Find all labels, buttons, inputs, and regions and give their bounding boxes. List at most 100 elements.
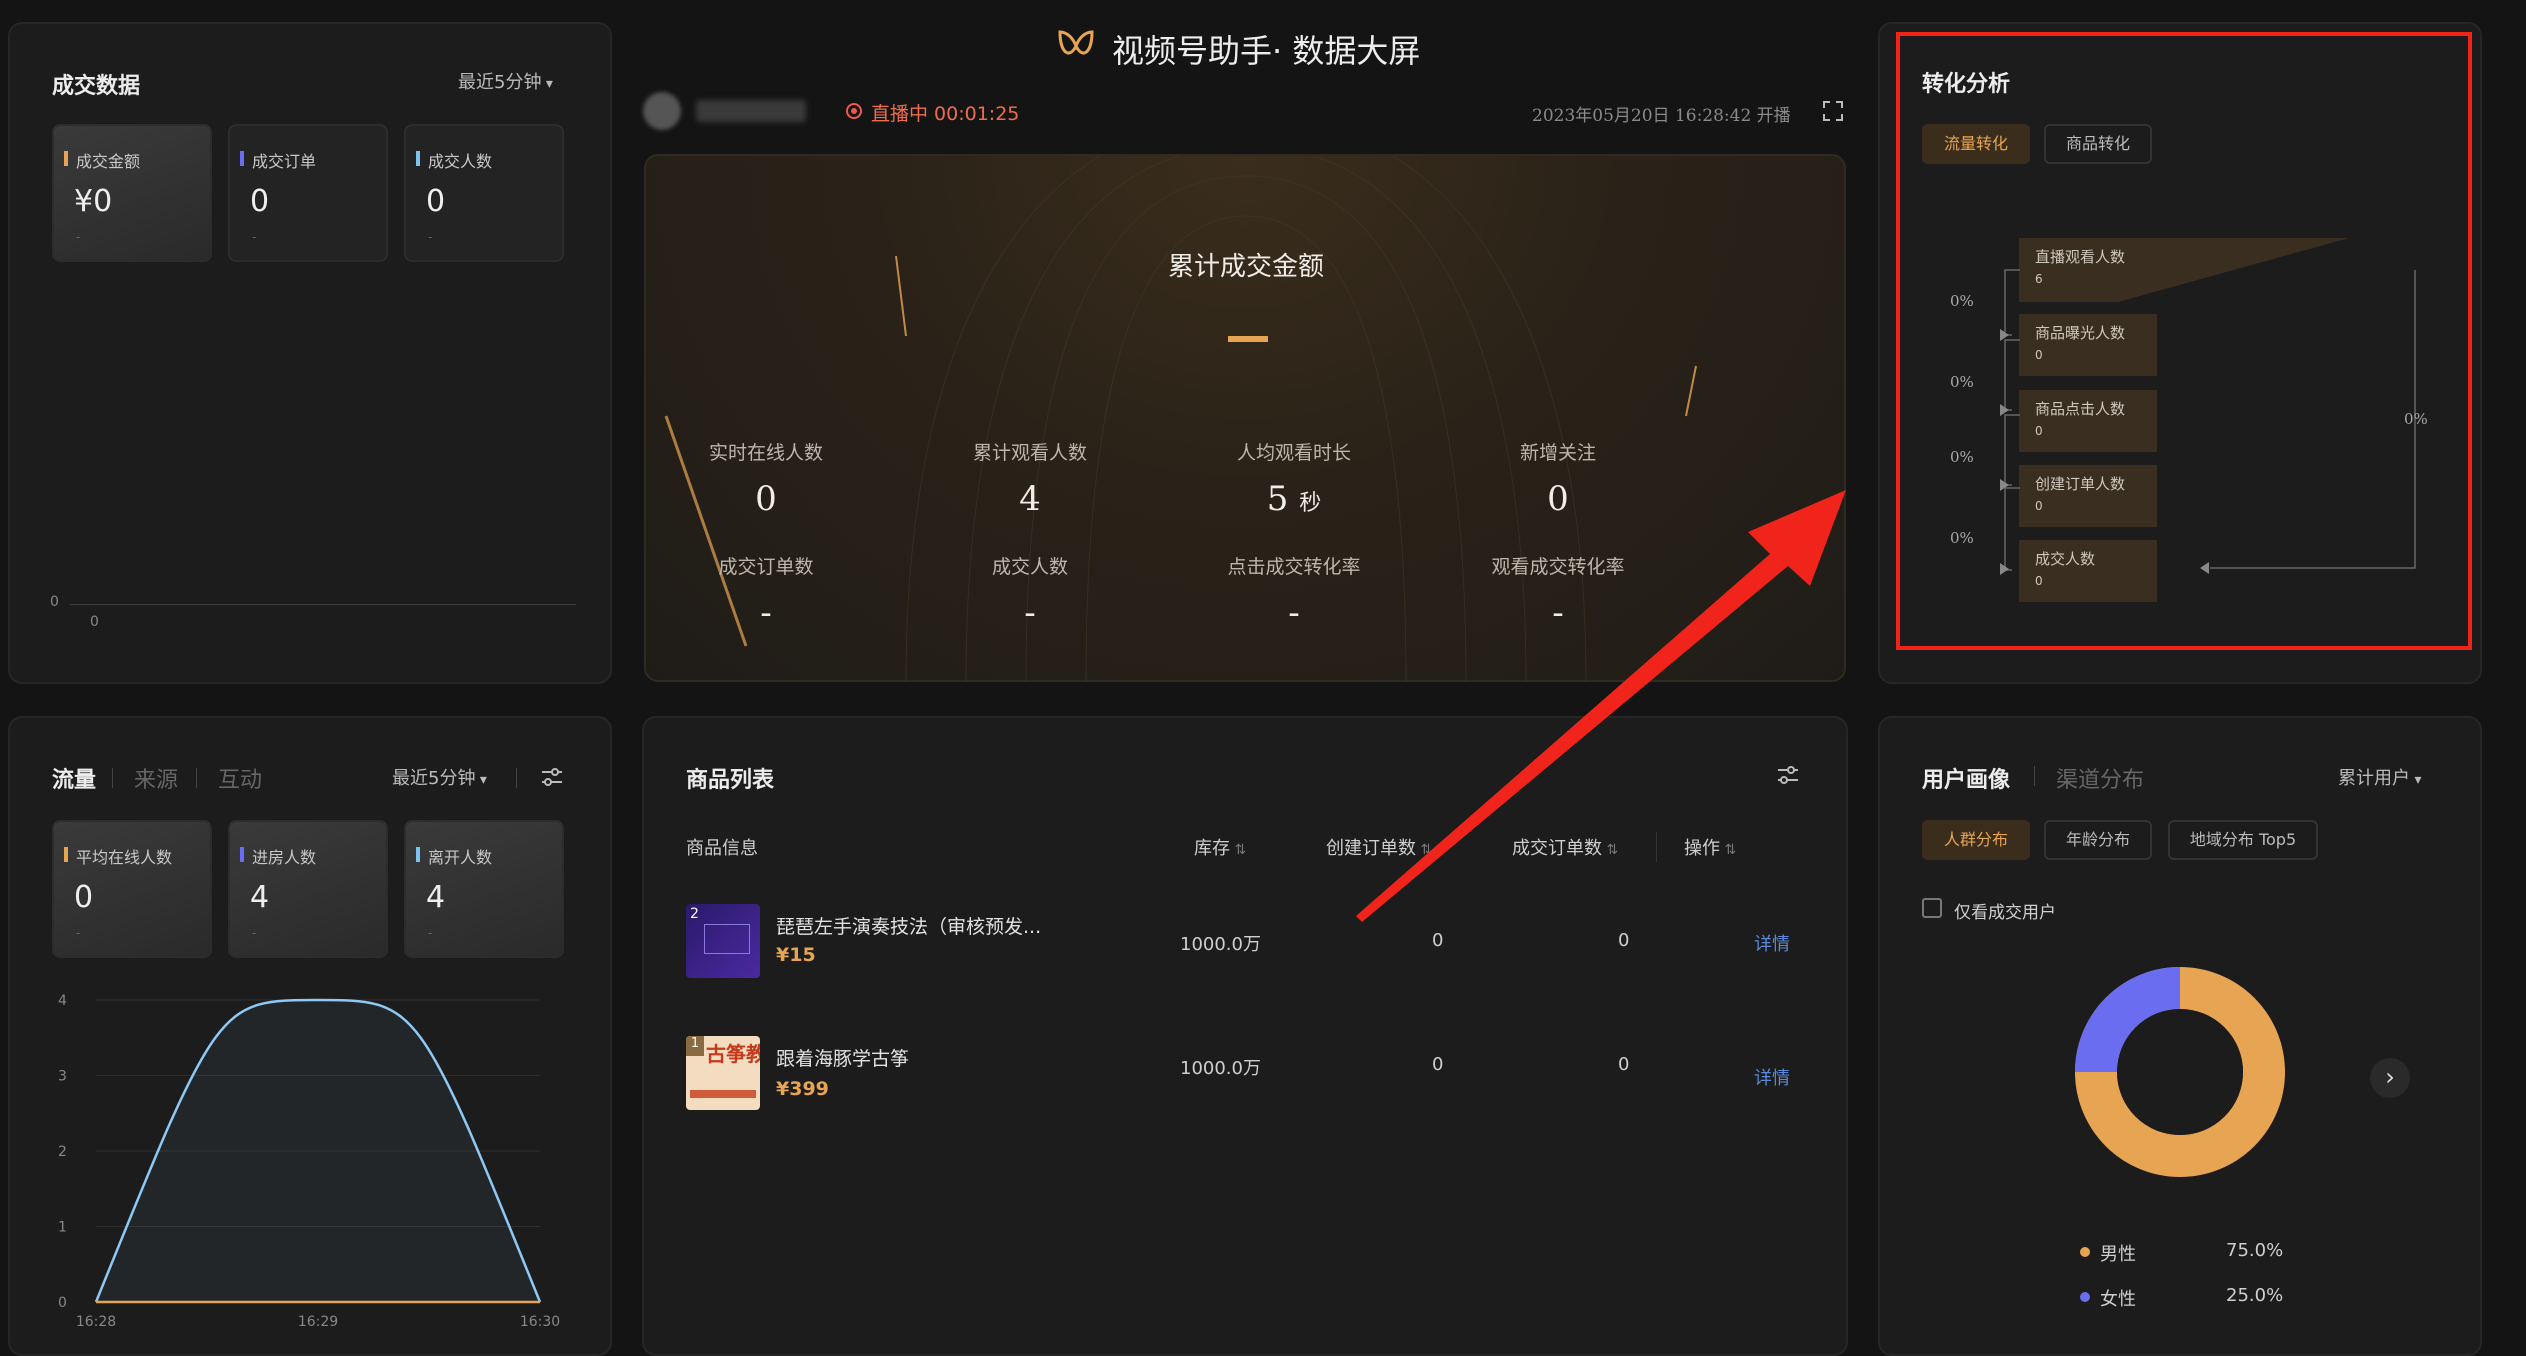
avatar[interactable] [643,92,681,130]
stat-orders: 成交订单数 - [646,552,886,633]
tab-channel-distribution[interactable]: 渠道分布 [2056,762,2144,794]
detail-link[interactable]: 详情 [1754,930,1790,956]
deal-card-orders[interactable]: 成交订单 0 - [228,124,388,262]
legend-label: 女性 [2100,1289,2136,1310]
product-name[interactable]: 琵琶左手演奏技法（审核预发... [776,912,1041,939]
filter-settings-icon[interactable] [540,766,564,788]
live-status: 直播中 00:01:25 [871,103,1020,125]
deal-card-buyers[interactable]: 成交人数 0 - [404,124,564,262]
overall-rate: 0% [2404,410,2428,428]
legend-value: 75.0% [2226,1240,2284,1261]
card-value: 4 [426,880,446,915]
tab-traffic[interactable]: 流量 [52,762,96,794]
card-label: 离开人数 [428,848,493,867]
card-value: 0 [426,184,446,219]
card-label: 成交订单 [252,152,317,171]
product-price: ¥15 [776,944,816,966]
live-icon [846,103,862,119]
product-thumbnail[interactable]: 1 古筝教 [686,1036,760,1110]
y-tick-label: 3 [58,1069,67,1085]
card-label: 成交人数 [428,152,493,171]
stat-online: 实时在线人数 0 [646,438,886,519]
card-value: ¥0 [74,184,113,219]
traffic-card-leave[interactable]: 离开人数 4 - [404,820,564,958]
detail-link[interactable]: 详情 [1754,1064,1790,1090]
x-tick-label: 16:30 [520,1314,560,1330]
traffic-line-chart: 0 1 2 3 4 16:28 16:29 16:30 [58,993,560,1330]
tab-interaction[interactable]: 互动 [218,762,262,794]
arrow-icon [2000,479,2009,491]
product-deal-orders: 0 [1618,1054,1630,1075]
x-tick-label: 16:28 [76,1314,116,1330]
hero-title: 累计成交金额 [1167,252,1324,282]
arrow-icon [2000,563,2009,575]
product-title: 商品列表 [686,768,775,793]
tab-separator [516,768,517,788]
legend-label: 男性 [2100,1244,2136,1265]
product-price: ¥399 [776,1078,829,1100]
legend-value: 25.0% [2226,1285,2284,1306]
card-value: 0 [250,184,270,219]
deal-card-amount[interactable]: 成交金额 ¥0 - [52,124,212,262]
series-marker [416,847,420,862]
stat-value: 0 [755,479,777,519]
filter-age[interactable]: 年龄分布 [2044,820,2152,860]
deal-axis-x-label: 0 [90,614,99,630]
traffic-card-enter[interactable]: 进房人数 4 - [228,820,388,958]
product-created-orders: 0 [1432,930,1444,951]
fullscreen-icon[interactable] [1822,100,1844,122]
legend-dot [2080,1247,2090,1257]
tab-source[interactable]: 来源 [134,762,178,794]
conversion-title: 转化分析 [1922,72,2011,97]
deal-chart-axis [70,604,576,605]
col-stock[interactable]: 库存 [1194,834,1246,860]
product-thumbnail[interactable]: 2 [686,904,760,978]
only-deal-label[interactable]: 仅看成交用户 [1954,898,2056,923]
product-stock: 1000.0万 [1180,934,1261,955]
traffic-card-avg-online[interactable]: 平均在线人数 0 - [52,820,212,958]
stat-value: 4 [1019,479,1041,519]
y-tick-label: 4 [58,993,67,1009]
tab-user-profile[interactable]: 用户画像 [1922,762,2010,794]
series-marker [64,847,68,862]
deal-range-select[interactable]: 最近5分钟 [458,68,553,94]
y-tick-label: 2 [58,1144,67,1160]
col-product-info: 商品信息 [686,838,758,859]
page-title: 视频号助手· 数据大屏 [1112,32,1421,70]
card-label: 成交金额 [76,152,141,171]
card-sub: - [252,230,257,244]
series-marker [416,151,420,166]
y-tick-label: 0 [58,1295,67,1311]
tab-product-conversion[interactable]: 商品转化 [2044,124,2152,164]
tab-traffic-conversion[interactable]: 流量转化 [1922,124,2030,164]
product-name[interactable]: 跟着海豚学古筝 [776,1044,909,1071]
stat-viewers: 累计观看人数 4 [910,438,1150,519]
user-range-select[interactable]: 累计用户 [2338,764,2421,790]
arrow-icon [2000,404,2009,416]
rank-badge: 1 [686,1036,704,1056]
x-tick-label: 16:29 [298,1314,338,1330]
stat-value: - [760,593,772,633]
card-label: 平均在线人数 [76,848,173,867]
rate-label: 0% [1950,292,1974,310]
card-value: 4 [250,880,270,915]
only-deal-checkbox[interactable] [1922,898,1942,918]
gender-donut-chart [2075,967,2285,1177]
y-tick-label: 1 [58,1220,67,1236]
series-area [96,1000,540,1302]
thumb-text: 古筝教 [706,1042,760,1066]
card-sub: - [252,926,257,940]
traffic-range-select[interactable]: 最近5分钟 [392,764,487,790]
legend-dot [2080,1292,2090,1302]
arrow-icon [2000,329,2009,341]
streamer-name [696,100,806,122]
next-button[interactable]: › [2370,1058,2410,1098]
card-sub: - [76,230,81,244]
filter-region[interactable]: 地域分布 Top5 [2168,820,2318,860]
filter-crowd[interactable]: 人群分布 [1922,820,2030,860]
stat-label: 实时在线人数 [708,442,823,464]
series-marker [240,847,244,862]
rank-badge: 2 [690,906,699,922]
card-value: 0 [74,880,94,915]
rate-label: 0% [1950,373,1974,391]
